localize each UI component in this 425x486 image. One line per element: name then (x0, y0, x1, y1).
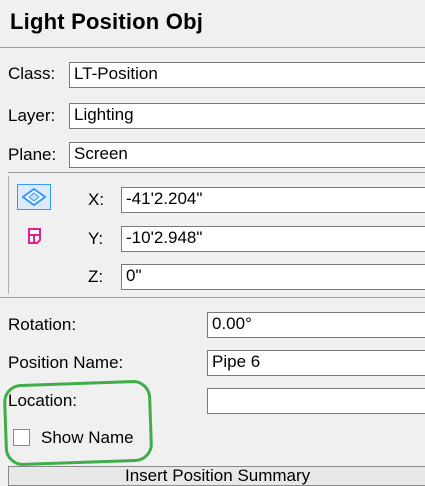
separator (0, 297, 425, 298)
plane-field[interactable]: Screen (69, 142, 425, 168)
y-label: Y: (88, 229, 104, 248)
position-name-field[interactable]: Pipe 6 (207, 350, 425, 376)
x-coordinate-field[interactable]: -41'2.204" (121, 187, 425, 213)
screen-plane-icon (21, 187, 47, 207)
rotation-field[interactable]: 0.00° (207, 312, 425, 338)
z-coordinate-field[interactable]: 0" (121, 264, 425, 290)
z-label: Z: (88, 267, 104, 286)
x-label: X: (88, 190, 105, 209)
separator (8, 172, 425, 173)
layer-field[interactable]: Lighting (69, 103, 425, 129)
position-name-label: Position Name: (8, 353, 124, 372)
insert-position-summary-label: Insert Position Summary (125, 466, 311, 485)
layer-label: Layer: (8, 106, 56, 125)
insert-position-summary-button[interactable]: Insert Position Summary (8, 466, 425, 486)
palette-title-bar: Light Position Obj (0, 0, 425, 48)
y-coordinate-field[interactable]: -10'2.948" (121, 226, 425, 252)
location-field[interactable] (207, 388, 425, 414)
class-field[interactable]: LT-Position (69, 62, 425, 88)
layer-plane-icon[interactable] (25, 226, 45, 246)
plane-label: Plane: (8, 145, 57, 164)
class-label: Class: (8, 64, 56, 83)
annotation-highlight (2, 379, 154, 467)
palette-title: Light Position Obj (10, 9, 204, 34)
screen-plane-icon-button[interactable] (17, 184, 51, 210)
rotation-label: Rotation: (8, 315, 77, 334)
